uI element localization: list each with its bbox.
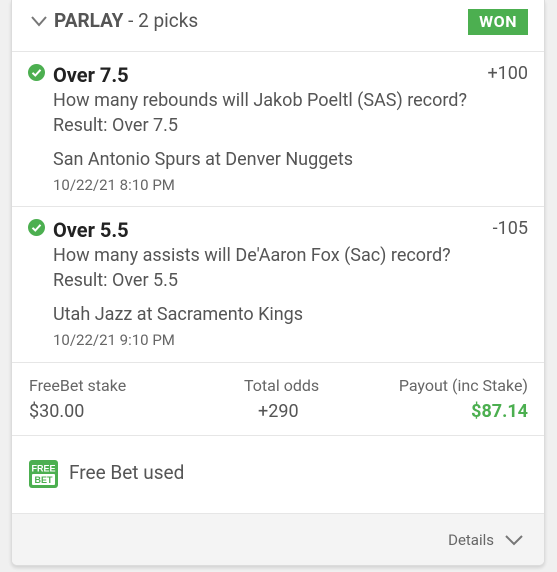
pick-selection: Over 5.5: [53, 218, 129, 242]
chevron-down-icon[interactable]: [30, 14, 48, 28]
free-bet-row: FREE BET Free Bet used: [12, 436, 544, 514]
bet-summary: FreeBet stake $30.00 Total odds +290 Pay…: [12, 362, 544, 436]
free-bet-icon: FREE BET: [29, 460, 58, 488]
details-toggle[interactable]: Details: [448, 528, 524, 552]
check-circle-icon: [28, 219, 45, 236]
free-bet-label: Free Bet used: [69, 461, 185, 484]
total-odds-label: Total odds: [244, 376, 320, 395]
payout-value: $87.14: [471, 401, 528, 422]
pick-question: How many rebounds will Jakob Poeltl (SAS…: [53, 90, 467, 111]
pick-item: Over 5.5 -105 How many assists will De'A…: [12, 207, 544, 362]
chevron-down-icon: [505, 535, 523, 546]
check-circle-icon: [28, 64, 45, 81]
bet-card: PARLAY - 2 picks WON Over 7.5 +100 How m…: [11, 0, 545, 566]
pick-odds: +100: [487, 63, 528, 84]
stake-label: FreeBet stake: [29, 376, 127, 395]
pick-selection: Over 7.5: [53, 63, 129, 87]
parlay-header[interactable]: PARLAY - 2 picks WON: [12, 0, 544, 52]
pick-event: San Antonio Spurs at Denver Nuggets: [53, 149, 354, 170]
pick-datetime: 10/22/21 8:10 PM: [53, 176, 175, 194]
pick-result: Result: Over 7.5: [53, 115, 179, 136]
stake-value: $30.00: [29, 401, 85, 422]
pick-item: Over 7.5 +100 How many rebounds will Jak…: [12, 52, 544, 207]
pick-datetime: 10/22/21 9:10 PM: [53, 331, 175, 349]
svg-text:FREE: FREE: [31, 464, 55, 474]
status-badge: WON: [468, 9, 528, 35]
pick-event: Utah Jazz at Sacramento Kings: [53, 304, 304, 325]
total-odds-value: +290: [258, 401, 299, 422]
details-label: Details: [448, 531, 494, 549]
payout-label: Payout (inc Stake): [398, 376, 528, 395]
pick-result: Result: Over 5.5: [53, 270, 179, 291]
svg-text:BET: BET: [35, 475, 54, 485]
pick-question: How many assists will De'Aaron Fox (Sac)…: [53, 245, 451, 266]
parlay-title: PARLAY - 2 picks: [54, 9, 199, 32]
card-footer: Details: [12, 514, 544, 565]
pick-odds: -105: [492, 218, 528, 239]
